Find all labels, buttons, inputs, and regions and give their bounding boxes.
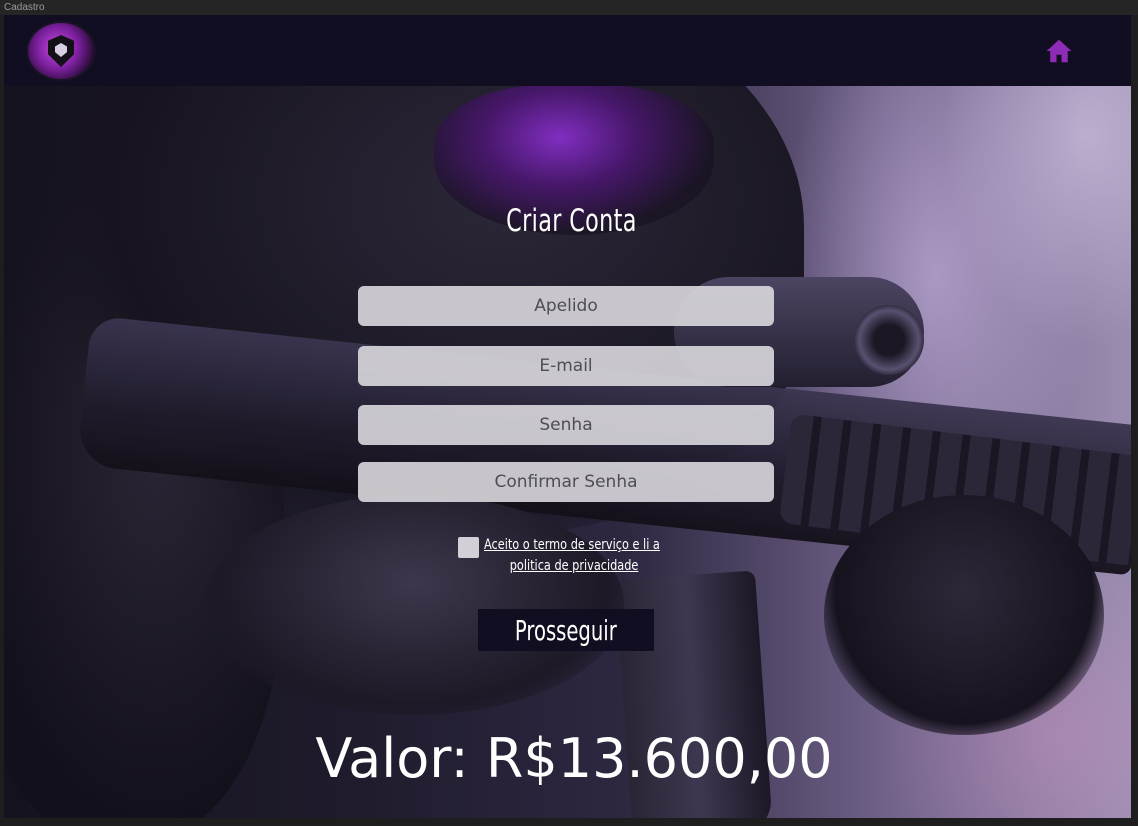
proceed-button-label: Prosseguir (515, 613, 617, 647)
proceed-button[interactable]: Prosseguir (478, 609, 654, 651)
terms-link[interactable]: Aceito o termo de serviço e li a politic… (484, 535, 671, 577)
price-label: Valor: R$13.600,00 (315, 727, 833, 790)
email-input[interactable] (358, 346, 774, 386)
shield-logo-icon (28, 23, 94, 79)
page-title: Criar Conta (506, 203, 637, 239)
window-border-bottom (0, 818, 1138, 826)
terms-checkbox[interactable] (458, 537, 479, 558)
terms-text-line1: Aceito o termo de serviço e li a (484, 537, 660, 553)
terms-text-line2: politica de privacidade (509, 558, 639, 574)
top-navbar (4, 15, 1131, 86)
window-title: Cadastro (0, 0, 1138, 15)
nickname-input[interactable] (358, 286, 774, 326)
password-input[interactable] (358, 405, 774, 445)
home-button[interactable] (1044, 36, 1080, 66)
window-border-right (1131, 15, 1138, 826)
home-icon (1046, 39, 1072, 63)
confirm-password-input[interactable] (358, 462, 774, 502)
app-window: Criar Conta Aceito o termo de serviço e … (4, 15, 1131, 818)
